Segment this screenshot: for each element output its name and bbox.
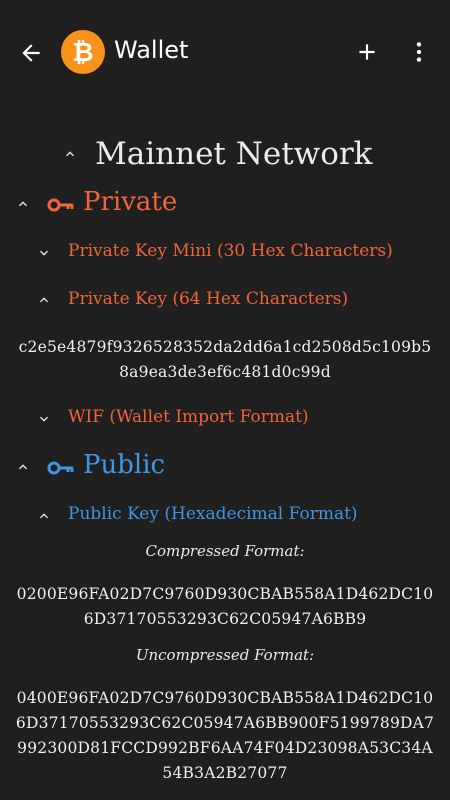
private-key-mini-label[interactable]: Private Key Mini (30 Hex Characters) [68,241,393,261]
uncompressed-line-3: 992300D81FCCD992BF6AA74F04D23098A53C34A [17,739,433,757]
back-button[interactable] [18,40,44,66]
key-icon [47,197,75,213]
private-key-hex-label[interactable]: Private Key (64 Hex Characters) [68,289,348,309]
app-bar: ₿ Wallet [0,0,450,104]
network-collapse-toggle[interactable] [62,146,78,162]
network-title: Mainnet Network [95,136,373,172]
add-button[interactable] [354,39,380,65]
private-collapse-toggle[interactable] [15,196,31,212]
bitcoin-logo: ₿ [61,30,105,74]
app-title: Wallet [114,36,189,64]
more-options-button[interactable] [404,39,434,65]
private-key-hex-line-2: 8a9ea3de3ef6c481d0c99d [119,363,331,381]
more-vert-icon [416,42,422,62]
plus-icon [359,44,375,60]
private-key-hex-value[interactable]: c2e5e4879f9326528352da2dd6a1cd2508d5c109… [0,335,450,385]
public-collapse-toggle[interactable] [15,459,31,475]
public-group-label: Public [83,450,166,480]
chevron-up-icon [19,201,27,207]
chevron-up-icon [40,297,48,303]
chevron-up-icon [19,464,27,470]
wif-toggle[interactable] [36,411,52,427]
chevron-down-icon [40,416,48,422]
uncompressed-caption: Uncompressed Format: [135,646,315,664]
uncompressed-public-key-value[interactable]: 0400E96FA02D7C9760D930CBAB558A1D462DC10 … [0,686,450,786]
uncompressed-line-1: 0400E96FA02D7C9760D930CBAB558A1D462DC10 [16,689,434,707]
wif-label[interactable]: WIF (Wallet Import Format) [68,407,309,427]
compressed-caption: Compressed Format: [145,542,305,560]
key-icon [47,460,75,476]
private-key-hex-toggle[interactable] [36,292,52,308]
public-key-hex-label[interactable]: Public Key (Hexadecimal Format) [68,504,358,524]
arrow-back-icon [22,44,40,62]
chevron-up-icon [66,151,74,157]
bitcoin-glyph: ₿ [72,37,94,68]
public-key-hex-toggle[interactable] [36,508,52,524]
uncompressed-line-2: 6D37170553293C62C05947A6BB900F5199789DA7 [15,714,435,732]
chevron-up-icon [40,513,48,519]
private-key-hex-line-1: c2e5e4879f9326528352da2dd6a1cd2508d5c109… [18,338,432,356]
uncompressed-line-4: 54B3A2B27077 [162,764,288,782]
compressed-public-key-value[interactable]: 0200E96FA02D7C9760D930CBAB558A1D462DC10 … [0,582,450,632]
compressed-line-1: 0200E96FA02D7C9760D930CBAB558A1D462DC10 [16,585,434,603]
chevron-down-icon [40,250,48,256]
private-key-mini-toggle[interactable] [36,245,52,261]
compressed-line-2: 6D37170553293C62C05947A6BB9 [83,610,367,628]
private-group-label: Private [83,187,178,217]
